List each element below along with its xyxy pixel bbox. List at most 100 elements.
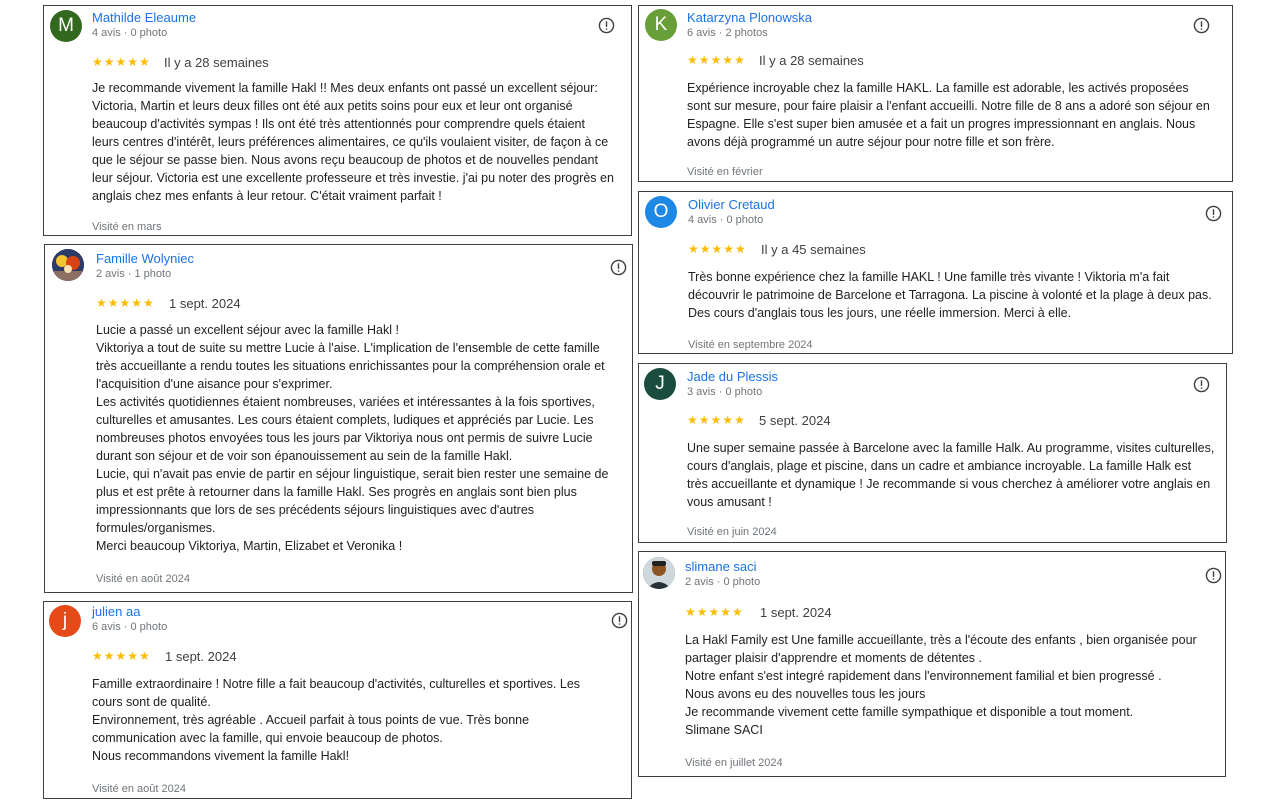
review-line: très accueillante a rendu toutes les sit… [96, 359, 605, 373]
review-line: Merci beaucoup Viktoriya, Martin, Elizab… [96, 539, 403, 553]
review-line: formules/organismes. [96, 521, 216, 535]
review-line: Environnement, très agréable . Accueil p… [92, 713, 530, 727]
review-line: très accueillante et dynamique ! Je reco… [687, 477, 1211, 491]
reviewer-name[interactable]: Katarzyna Plonowska [687, 10, 812, 25]
review-line: communication avec la famille, qui envoi… [92, 731, 443, 745]
review-line: Notre enfant s'est integré rapidement da… [685, 669, 1162, 683]
review-date: Il y a 28 semaines [164, 55, 269, 70]
review-text: Lucie a passé un excellent séjour avec l… [96, 321, 632, 555]
profile-photo-icon [643, 557, 675, 589]
avatar[interactable]: j [49, 605, 81, 637]
avatar[interactable]: M [50, 10, 82, 42]
review-line: impressionnants que lors de ses précéden… [96, 503, 535, 517]
review-text: Je recommande vivement la famille Hakl !… [92, 79, 632, 205]
review-card: j julien aa 6 avis · 0 photo ★★★★★ 1 sep… [43, 601, 632, 799]
report-flag-icon[interactable] [1193, 376, 1210, 393]
review-line: leur séjour. Victoria est une excellente… [92, 171, 614, 185]
reviewer-name[interactable]: Jade du Plessis [687, 369, 778, 384]
review-line: Des cours d'anglais tous les jours, une … [688, 306, 1072, 320]
star-rating: ★★★★★ [687, 53, 746, 67]
report-flag-icon[interactable] [610, 259, 627, 276]
reviewer-meta: 4 avis · 0 photo [92, 27, 168, 39]
review-text: Une super semaine passée à Barcelone ave… [687, 439, 1227, 511]
review-line: beaucoup d'activités sympas ! Ils ont ét… [92, 117, 585, 131]
review-line: Lucie, qui n'avait pas envie de partir e… [96, 467, 609, 481]
review-card: K Katarzyna Plonowska 6 avis · 2 photos … [638, 5, 1233, 182]
review-line: avons déjà programmé un autre séjour pou… [687, 135, 1055, 149]
reviewer-meta: 2 avis · 0 photo [685, 576, 761, 588]
reviewer-name[interactable]: julien aa [92, 604, 140, 619]
review-line: Une super semaine passée à Barcelone ave… [687, 441, 1215, 455]
visited-date: Visité en août 2024 [92, 783, 186, 795]
review-line: que le séjour se passe bien. Nous avons … [92, 153, 598, 167]
review-date: 1 sept. 2024 [760, 605, 832, 620]
review-card: O Olivier Cretaud 4 avis · 0 photo ★★★★★… [638, 191, 1233, 354]
review-line: Expérience incroyable chez la famille HA… [687, 81, 1189, 95]
review-line: Je recommande vivement cette famille sym… [685, 705, 1134, 719]
visited-date: Visité en septembre 2024 [688, 339, 813, 351]
review-card: Famille Wolyniec 2 avis · 1 photo ★★★★★ … [44, 244, 633, 593]
review-line: découvrir le patrimoine de Barcelone et … [688, 288, 1212, 302]
review-line: Nous avons eu des nouvelles tous les jou… [685, 687, 926, 701]
review-date: Il y a 28 semaines [759, 53, 864, 68]
review-line: cours d'anglais, plage et piscine, dans … [687, 459, 1192, 473]
review-line: Famille extraordinaire ! Notre fille a f… [92, 677, 581, 691]
review-date: Il y a 45 semaines [761, 242, 866, 257]
review-line: sont sur mesure, pour faire plaisir a l'… [687, 99, 1210, 113]
avatar[interactable]: K [645, 9, 677, 41]
avatar[interactable]: O [645, 196, 677, 228]
star-rating: ★★★★★ [688, 242, 747, 256]
star-rating: ★★★★★ [92, 55, 151, 69]
review-line: vous amusant ! [687, 495, 772, 509]
visited-date: Visité en février [687, 166, 763, 178]
review-line: nombreuses photos envoyées tous les jour… [96, 431, 593, 445]
reviewer-meta: 3 avis · 0 photo [687, 386, 763, 398]
review-text: La Hakl Family est Une famille accueilla… [685, 631, 1225, 739]
review-date: 1 sept. 2024 [165, 649, 237, 664]
review-line: plus et est prête à retourner dans la fa… [96, 485, 577, 499]
reviewer-meta: 6 avis · 2 photos [687, 27, 768, 39]
reviewer-meta: 2 avis · 1 photo [96, 268, 172, 280]
reviewer-meta: 4 avis · 0 photo [688, 214, 764, 226]
star-rating: ★★★★★ [687, 413, 746, 427]
reviewer-name[interactable]: Famille Wolyniec [96, 251, 194, 266]
review-line: cours sont de qualité. [92, 695, 211, 709]
review-line: Je recommande vivement la famille Hakl !… [92, 81, 598, 95]
review-text: Très bonne expérience chez la famille HA… [688, 268, 1233, 322]
visited-date: Visité en mars [92, 221, 162, 233]
review-line: Espagne. Elle s'est super bien amusée et… [687, 117, 1196, 131]
review-line: partager plaisir d'apprendre et moments … [685, 651, 983, 665]
review-line: durant son séjour et de voir son épanoui… [96, 449, 513, 463]
avatar[interactable] [643, 557, 675, 589]
star-rating: ★★★★★ [96, 296, 155, 310]
reviewer-name[interactable]: Mathilde Eleaume [92, 10, 196, 25]
visited-date: Visité en juillet 2024 [685, 757, 783, 769]
review-line: leurs centres d'intérêt, leurs préférenc… [92, 135, 609, 149]
review-text: Famille extraordinaire ! Notre fille a f… [92, 675, 628, 765]
review-line: Nous recommandons vivement la famille Ha… [92, 749, 350, 763]
report-flag-icon[interactable] [1193, 17, 1210, 34]
visited-date: Visité en août 2024 [96, 573, 190, 585]
review-card: M Mathilde Eleaume 4 avis · 0 photo ★★★★… [43, 5, 632, 236]
report-flag-icon[interactable] [611, 612, 628, 629]
review-card: slimane saci 2 avis · 0 photo ★★★★★ 1 se… [638, 551, 1226, 777]
review-line: culturelles et amusantes. Les cours étai… [96, 413, 594, 427]
visited-date: Visité en juin 2024 [687, 526, 777, 538]
review-line: La Hakl Family est Une famille accueilla… [685, 633, 1197, 647]
report-flag-icon[interactable] [1205, 205, 1222, 222]
review-line: anglais chez mes enfants à leur retour. … [92, 189, 442, 203]
review-card: J Jade du Plessis 3 avis · 0 photo ★★★★★… [638, 363, 1227, 543]
avatar[interactable] [52, 249, 84, 281]
review-date: 1 sept. 2024 [169, 296, 241, 311]
reviewer-meta: 6 avis · 0 photo [92, 621, 168, 633]
avatar[interactable]: J [644, 368, 676, 400]
reviewer-name[interactable]: Olivier Cretaud [688, 197, 775, 212]
star-rating: ★★★★★ [92, 649, 151, 663]
review-line: Les activités quotidiennes étaient nombr… [96, 395, 595, 409]
report-flag-icon[interactable] [1205, 567, 1222, 584]
report-flag-icon[interactable] [598, 17, 615, 34]
reviewer-name[interactable]: slimane saci [685, 559, 757, 574]
review-date: 5 sept. 2024 [759, 413, 831, 428]
review-line: Slimane SACI [685, 723, 763, 737]
review-line: l'acquisition d'une aisance pour s'expri… [96, 377, 333, 391]
